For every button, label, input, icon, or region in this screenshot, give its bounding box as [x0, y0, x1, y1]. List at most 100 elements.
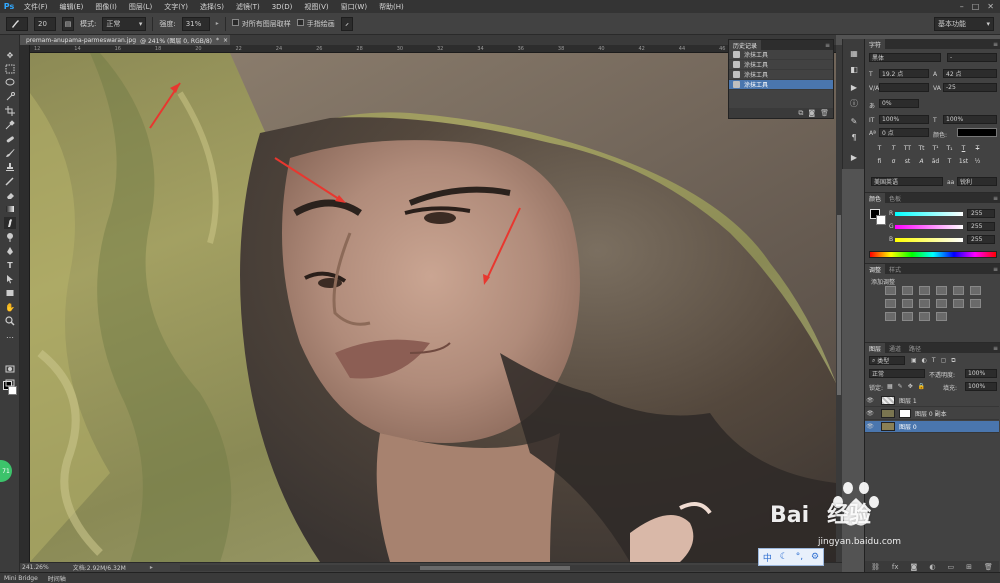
quick-mask-icon[interactable]: [4, 363, 16, 375]
brush-panel-icon[interactable]: ✎: [848, 115, 860, 127]
faux-bold-icon[interactable]: T: [875, 144, 884, 153]
info-panel-icon[interactable]: ⓘ: [848, 97, 860, 109]
leading-input[interactable]: 42 点: [943, 69, 997, 78]
mode-select[interactable]: 正常 ▾: [102, 16, 147, 31]
menu-type[interactable]: 文字(Y): [158, 2, 194, 12]
shape-filter-icon[interactable]: ▢: [941, 357, 947, 365]
baseline-input[interactable]: 0 点: [879, 128, 929, 137]
vibrance-icon[interactable]: [953, 286, 964, 295]
panel-menu-icon[interactable]: ≡: [993, 345, 1000, 352]
color-panel-icon[interactable]: ◧: [848, 63, 860, 75]
color-balance-icon[interactable]: [885, 299, 896, 308]
sample-all-layers-checkbox[interactable]: 对所有图层取样: [231, 18, 291, 29]
channel-mixer-icon[interactable]: [936, 299, 947, 308]
invert-icon[interactable]: [970, 299, 981, 308]
lock-all-icon[interactable]: 🔒: [918, 383, 925, 390]
levels-icon[interactable]: [902, 286, 913, 295]
layer-row[interactable]: 👁 图层 0 副本: [865, 408, 999, 420]
vertical-scale-input[interactable]: 100%: [879, 115, 929, 124]
ime-moon-icon[interactable]: ☾: [780, 552, 788, 562]
brush-panel-toggle[interactable]: ▤: [62, 16, 74, 31]
type-filter-icon[interactable]: T: [932, 357, 936, 365]
history-panel-icon[interactable]: ▦: [848, 47, 860, 59]
history-tab[interactable]: 历史记录: [729, 40, 762, 50]
pen-tool-icon[interactable]: [4, 245, 16, 257]
channels-tab[interactable]: 通道: [885, 344, 905, 353]
menu-layer[interactable]: 图层(L): [123, 2, 158, 12]
vertical-scroll-thumb[interactable]: [837, 215, 841, 395]
tsume-input[interactable]: 0%: [879, 99, 919, 108]
horizontal-scroll-thumb[interactable]: [420, 566, 570, 570]
blue-channel-input[interactable]: 255: [967, 235, 995, 244]
visibility-eye-icon[interactable]: 👁: [865, 410, 875, 417]
zoom-level[interactable]: 241.26%: [22, 564, 49, 571]
crop-tool-icon[interactable]: [4, 105, 16, 117]
lock-transparency-icon[interactable]: ▦: [887, 383, 893, 390]
color-fg-bg-swatches[interactable]: [870, 209, 886, 225]
healing-brush-tool-icon[interactable]: [4, 133, 16, 145]
horizontal-scrollbar[interactable]: [180, 565, 770, 571]
font-family-select[interactable]: 黑体: [869, 53, 941, 62]
document-canvas[interactable]: [30, 53, 836, 562]
paragraph-panel-icon[interactable]: ¶: [848, 131, 860, 143]
mini-bridge-tab[interactable]: Mini Bridge: [4, 575, 38, 582]
ime-toolbar[interactable]: 中 ☾ °, ⚙: [758, 548, 824, 566]
new-document-from-state-icon[interactable]: ⧉: [798, 109, 803, 118]
tracking-input[interactable]: -25: [943, 83, 997, 92]
ligature-icon[interactable]: fi: [875, 157, 884, 166]
panel-menu-icon[interactable]: ≡: [993, 195, 1000, 202]
panel-menu-icon[interactable]: ≡: [993, 266, 1000, 273]
move-tool-icon[interactable]: ✥: [4, 49, 16, 61]
ime-mode-label[interactable]: 中: [763, 551, 772, 564]
path-select-tool-icon[interactable]: [4, 273, 16, 285]
curves-icon[interactable]: [919, 286, 930, 295]
more-tools-icon[interactable]: …: [4, 329, 16, 341]
blend-mode-select[interactable]: 正常: [869, 369, 925, 378]
timeline-tab[interactable]: 时间轴: [48, 574, 66, 583]
menu-filter[interactable]: 滤镜(T): [230, 2, 266, 12]
close-icon[interactable]: ✕: [987, 2, 994, 11]
adjustment-filter-icon[interactable]: ◐: [922, 357, 927, 365]
posterize-icon[interactable]: [885, 312, 896, 321]
type-tool-icon[interactable]: T: [4, 259, 16, 271]
smudge-tool-preset[interactable]: [6, 16, 28, 31]
maximize-icon[interactable]: □: [972, 2, 980, 11]
document-tab[interactable]: premam-anupama-parmeswaran.jpg @ 241% (图…: [20, 35, 230, 45]
eyedropper-tool-icon[interactable]: [4, 119, 16, 131]
photo-filter-icon[interactable]: [919, 299, 930, 308]
dodge-tool-icon[interactable]: [4, 231, 16, 243]
green-channel-input[interactable]: 255: [967, 222, 995, 231]
green-channel-slider[interactable]: [895, 225, 963, 229]
menu-file[interactable]: 文件(F): [18, 2, 54, 12]
color-tab[interactable]: 颜色: [865, 193, 886, 203]
visibility-eye-icon[interactable]: 👁: [865, 397, 875, 404]
layers-tab[interactable]: 图层: [865, 343, 886, 353]
history-item-current[interactable]: 涂抹工具: [729, 80, 833, 90]
document-size[interactable]: 文档:2.92M/6.32M: [73, 563, 126, 572]
layer-row[interactable]: 👁 图层 1: [865, 395, 999, 407]
threshold-icon[interactable]: [902, 312, 913, 321]
finger-paint-checkbox[interactable]: 手指绘画: [296, 18, 335, 29]
swash-icon[interactable]: A: [917, 157, 926, 166]
opacity-input[interactable]: 100%: [965, 369, 997, 378]
underline-icon[interactable]: T: [959, 144, 968, 153]
play-actions-icon[interactable]: ▶: [848, 151, 860, 163]
subscript-icon[interactable]: T₁: [945, 144, 954, 153]
layer-name[interactable]: 图层 0: [899, 422, 917, 431]
black-white-icon[interactable]: [902, 299, 913, 308]
new-group-icon[interactable]: ▭: [947, 563, 954, 571]
menu-help[interactable]: 帮助(H): [373, 2, 410, 12]
status-menu-arrow[interactable]: ▸: [150, 564, 153, 571]
workspace-select[interactable]: 基本功能 ▾: [934, 17, 994, 31]
history-item[interactable]: 涂抹工具: [729, 70, 833, 80]
styles-tab[interactable]: 样式: [885, 265, 905, 274]
language-select[interactable]: 美国英语: [871, 177, 943, 186]
text-color-swatch[interactable]: [957, 128, 997, 137]
menu-image[interactable]: 图像(I): [89, 2, 123, 12]
swatches-tab[interactable]: 色板: [885, 194, 905, 203]
layer-filter-select[interactable]: ⌕ 类型: [869, 356, 905, 365]
menu-window[interactable]: 窗口(W): [335, 2, 373, 12]
ime-punctuation-icon[interactable]: °,: [796, 552, 803, 562]
gradient-tool-icon[interactable]: [4, 203, 16, 215]
discretionary-ligature-icon[interactable]: st: [903, 157, 912, 166]
